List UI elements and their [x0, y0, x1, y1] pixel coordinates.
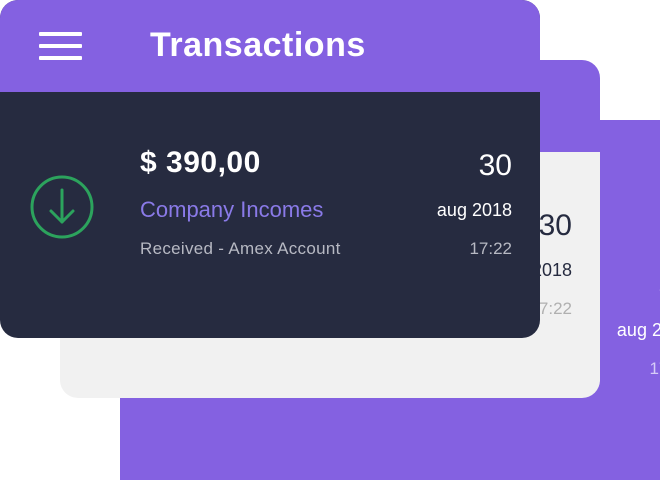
card-header: Transactions [0, 0, 540, 92]
transaction-day: 30 [538, 209, 572, 242]
transaction-time: 17:22 [469, 239, 512, 258]
transaction-day: 30 [478, 149, 512, 182]
arrow-down-circle-icon [30, 175, 94, 239]
transaction-day: 30 [600, 268, 660, 304]
transaction-amount: $ 390,00 [140, 146, 261, 179]
transaction-card[interactable]: Transactions $ 390,00 Company Incomes Re… [0, 0, 540, 338]
transaction-description: Received - Amex Account [140, 239, 341, 258]
transaction-month-year: aug 2018 [436, 200, 512, 220]
transaction-month-year: aug 2018 [616, 320, 660, 340]
transaction-category: Company Incomes [140, 197, 324, 222]
hamburger-menu-icon[interactable] [39, 32, 82, 60]
transaction-time: 17:22 [649, 359, 660, 378]
page-title: Transactions [150, 26, 366, 64]
